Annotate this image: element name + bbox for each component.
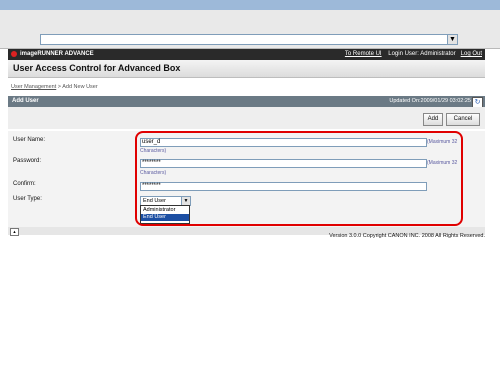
- password-label: Password:: [13, 158, 42, 164]
- login-user-text: Login User: Administrator: [388, 51, 456, 57]
- remote-ui-link[interactable]: To Remote UI: [345, 51, 382, 57]
- breadcrumb-current: Add New User: [62, 84, 98, 90]
- section-title: Add User: [12, 98, 39, 104]
- action-bar: Add Cancel: [8, 107, 485, 129]
- chevron-down-icon: ▼: [449, 36, 456, 43]
- confirm-label: Confirm:: [13, 181, 36, 187]
- add-button[interactable]: Add: [423, 113, 443, 126]
- collapse-up-icon[interactable]: ▲: [10, 228, 19, 236]
- updated-timestamp: Updated On:2009/01/29 03:02:25: [389, 98, 471, 104]
- canon-logo-icon: [11, 51, 17, 57]
- browser-toolbar: [0, 10, 500, 33]
- user-type-label: User Type:: [13, 196, 42, 202]
- red-highlight-annotation: [135, 131, 463, 226]
- top-navigation: To Remote UI Login User: Administrator L…: [345, 50, 482, 59]
- address-dropdown-button[interactable]: ▼: [447, 34, 458, 45]
- breadcrumb: User Management > Add New User: [11, 84, 98, 90]
- breadcrumb-user-management[interactable]: User Management: [11, 84, 56, 90]
- page-header: User Access Control for Advanced Box: [8, 60, 485, 78]
- browser-title-bar: [0, 0, 500, 10]
- section-header: Add User Updated On:2009/01/29 03:02:25 …: [8, 96, 485, 108]
- page-title: User Access Control for Advanced Box: [13, 63, 181, 73]
- copyright-text: Version 3.0.0 Copyright CANON INC. 2008 …: [329, 233, 485, 239]
- logout-link[interactable]: Log Out: [461, 51, 482, 57]
- app-header-bar: imageRUNNER ADVANCE To Remote UI Login U…: [8, 49, 485, 60]
- product-name: imageRUNNER ADVANCE: [20, 51, 94, 57]
- cancel-button[interactable]: Cancel: [446, 113, 480, 126]
- address-input[interactable]: [40, 34, 450, 45]
- user-name-label: User Name:: [13, 137, 46, 143]
